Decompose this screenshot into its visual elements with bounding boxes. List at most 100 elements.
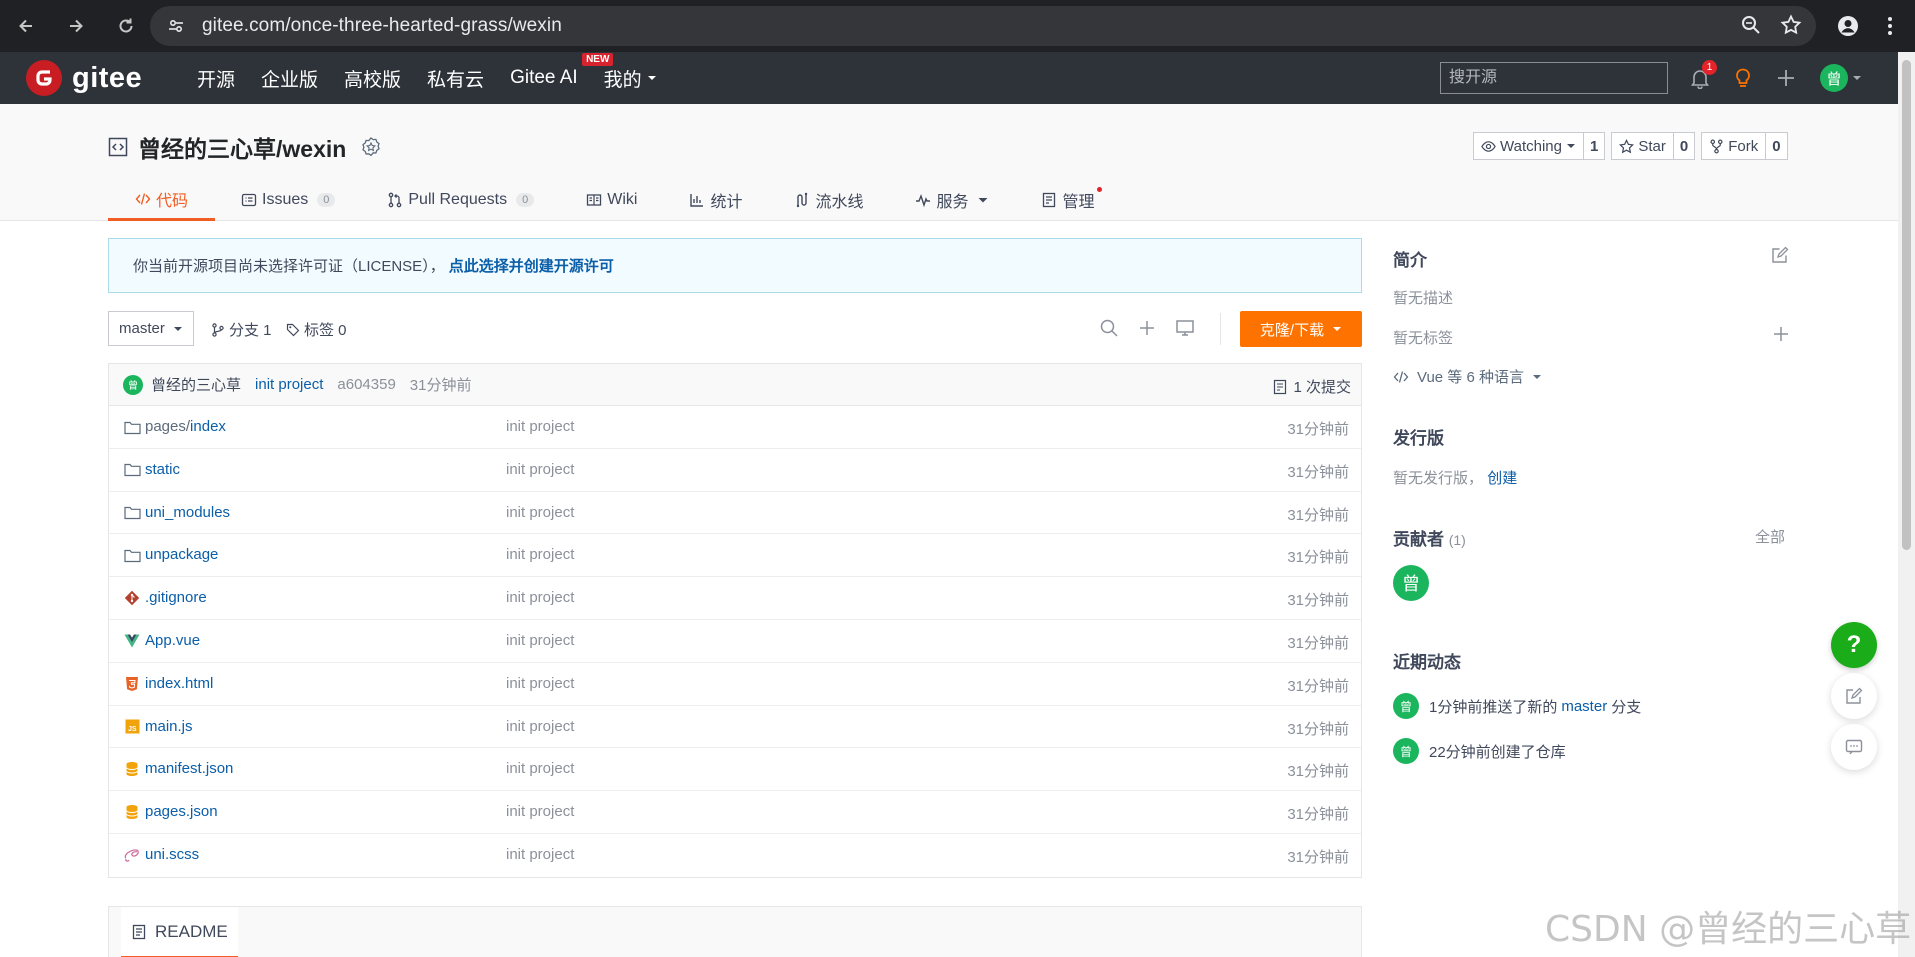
file-commit-message[interactable]: init project <box>506 504 574 521</box>
file-row[interactable]: pages.json init project 31分钟前 <box>109 791 1361 834</box>
nav-open-source[interactable]: 开源 <box>197 65 235 92</box>
forward-icon[interactable] <box>62 12 90 40</box>
file-commit-message[interactable]: init project <box>506 589 574 606</box>
tab-pipeline[interactable]: 流水线 <box>794 179 863 221</box>
file-name-link[interactable]: .gitignore <box>145 589 207 606</box>
watch-button[interactable]: Watching 1 <box>1473 132 1606 160</box>
branches-link[interactable]: 分支 1 <box>211 319 272 340</box>
file-commit-message[interactable]: init project <box>506 418 574 435</box>
url-text[interactable]: gitee.com/once-three-hearted-grass/wexin <box>202 15 562 37</box>
branch-select[interactable]: master <box>108 311 194 346</box>
readme-tab[interactable]: README <box>121 907 238 957</box>
file-name-link[interactable]: unpackage <box>145 546 218 563</box>
search-input[interactable] <box>1440 62 1668 94</box>
watch-count[interactable]: 1 <box>1582 133 1604 159</box>
reload-icon[interactable] <box>112 12 140 40</box>
file-row[interactable]: pages/index init project 31分钟前 <box>109 406 1361 449</box>
address-bar[interactable]: gitee.com/once-three-hearted-grass/wexin <box>150 6 1816 46</box>
nav-education[interactable]: 高校版 <box>344 65 401 92</box>
feedback-button[interactable] <box>1831 673 1877 719</box>
chat-button[interactable] <box>1831 724 1877 770</box>
commit-sha[interactable]: a604359 <box>337 376 395 393</box>
tab-wiki[interactable]: Wiki <box>586 179 637 221</box>
tab-issues[interactable]: Issues 0 <box>241 179 336 221</box>
tab-pull-requests[interactable]: Pull Requests 0 <box>387 179 535 221</box>
file-commit-message[interactable]: init project <box>506 718 574 735</box>
page-scrollbar[interactable] <box>1898 52 1915 957</box>
tab-stats[interactable]: 统计 <box>689 179 742 221</box>
create-license-link[interactable]: 点此选择并创建开源许可 <box>449 255 614 276</box>
commit-message[interactable]: init project <box>255 376 323 393</box>
file-row[interactable]: uni_modules init project 31分钟前 <box>109 492 1361 535</box>
fork-button[interactable]: Fork 0 <box>1701 132 1788 160</box>
user-avatar[interactable]: 曾 <box>1820 64 1848 92</box>
file-row[interactable]: App.vue init project 31分钟前 <box>109 620 1361 663</box>
file-row[interactable]: uni.scss init project 31分钟前 <box>109 834 1361 877</box>
tags-link[interactable]: 标签 0 <box>286 319 347 340</box>
browser-menu-icon[interactable] <box>1878 10 1902 42</box>
search-icon[interactable] <box>1098 317 1120 339</box>
file-commit-message[interactable]: init project <box>506 760 574 777</box>
web-ide-icon[interactable] <box>1174 317 1196 339</box>
commit-count-link[interactable]: 1 次提交 <box>1273 376 1351 397</box>
create-release-link[interactable]: 创建 <box>1487 470 1517 487</box>
plus-icon[interactable] <box>1772 64 1800 92</box>
contributor-avatar[interactable]: 曾 <box>1393 565 1429 601</box>
nav-enterprise[interactable]: 企业版 <box>261 65 318 92</box>
activity-branch-link[interactable]: master <box>1561 698 1607 715</box>
file-row[interactable]: unpackage init project 31分钟前 <box>109 534 1361 578</box>
fork-count[interactable]: 0 <box>1765 133 1786 159</box>
file-commit-message[interactable]: init project <box>506 675 574 692</box>
file-row[interactable]: index.html init project 31分钟前 <box>109 663 1361 706</box>
star-count[interactable]: 0 <box>1672 133 1694 159</box>
file-name-link[interactable]: uni_modules <box>145 504 230 521</box>
nav-gitee-ai[interactable]: Gitee AI NEW <box>510 53 614 89</box>
lightbulb-icon[interactable] <box>1729 64 1757 92</box>
repo-name-link[interactable]: 曾经的三心草/wexin <box>138 130 346 164</box>
help-button[interactable]: ? <box>1831 622 1877 668</box>
languages-dropdown[interactable]: Vue 等 6 种语言 <box>1393 366 1542 387</box>
commit-author[interactable]: 曾经的三心草 <box>151 374 241 395</box>
file-commit-message[interactable]: init project <box>506 846 574 863</box>
star-button[interactable]: Star 0 <box>1611 132 1696 160</box>
file-name-link[interactable]: pages/index <box>145 418 226 435</box>
site-settings-icon[interactable] <box>164 14 188 38</box>
add-file-icon[interactable] <box>1136 317 1158 339</box>
avatar-chevron-down-icon[interactable] <box>1851 72 1863 84</box>
tab-service[interactable]: 服务 <box>915 179 989 221</box>
file-row[interactable]: .gitignore init project 31分钟前 <box>109 577 1361 620</box>
file-name-link[interactable]: manifest.json <box>145 760 233 777</box>
all-contributors-link[interactable]: 全部 <box>1755 526 1785 547</box>
clone-download-button[interactable]: 克隆/下载 <box>1240 311 1362 347</box>
profile-icon[interactable] <box>1832 10 1864 42</box>
activity-avatar[interactable]: 曾 <box>1393 693 1419 719</box>
file-name-link[interactable]: static <box>145 461 180 478</box>
nav-private-cloud[interactable]: 私有云 <box>427 65 484 92</box>
add-tag-icon[interactable] <box>1772 325 1790 343</box>
file-commit-message[interactable]: init project <box>506 461 574 478</box>
back-icon[interactable] <box>12 12 40 40</box>
file-name-link[interactable]: uni.scss <box>145 846 199 863</box>
bookmark-star-icon[interactable] <box>1780 14 1802 36</box>
file-row[interactable]: manifest.json init project 31分钟前 <box>109 748 1361 792</box>
nav-mine[interactable]: 我的 <box>604 65 658 92</box>
tab-code[interactable]: 代码 <box>108 179 215 221</box>
scrollbar-thumb[interactable] <box>1902 60 1911 550</box>
file-name-link[interactable]: App.vue <box>145 632 200 649</box>
file-row[interactable]: static init project 31分钟前 <box>109 449 1361 492</box>
activity-avatar[interactable]: 曾 <box>1393 738 1419 764</box>
commit-author-avatar[interactable]: 曾 <box>123 374 143 395</box>
edit-intro-icon[interactable] <box>1771 246 1789 264</box>
gitee-logo[interactable]: gitee <box>26 60 142 96</box>
file-commit-message[interactable]: init project <box>506 803 574 820</box>
notification-bell-icon[interactable]: 1 <box>1686 60 1717 92</box>
file-name-link[interactable]: main.js <box>145 718 193 735</box>
file-row[interactable]: JS main.js init project 31分钟前 <box>109 706 1361 749</box>
file-commit-message[interactable]: init project <box>506 546 574 563</box>
zoom-icon[interactable] <box>1740 14 1762 36</box>
tab-manage[interactable]: 管理 <box>1041 179 1102 221</box>
file-name-link[interactable]: index.html <box>145 675 213 692</box>
recommend-badge-icon[interactable] <box>360 136 382 158</box>
file-name-link[interactable]: pages.json <box>145 803 218 820</box>
file-commit-message[interactable]: init project <box>506 632 574 649</box>
